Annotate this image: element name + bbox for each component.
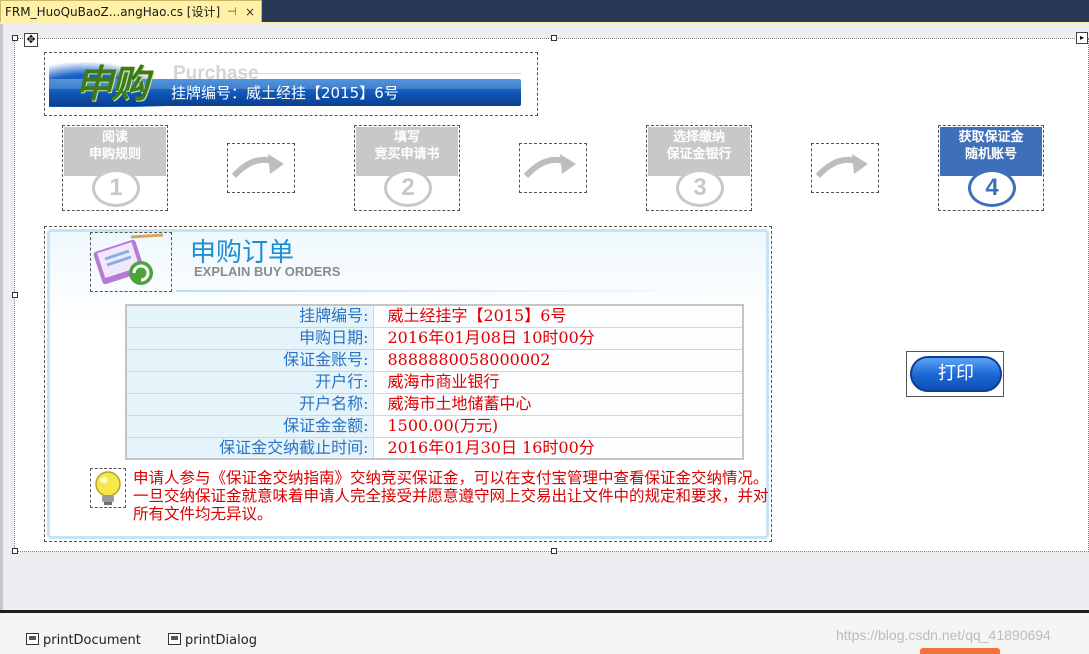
designer-tab[interactable]: FRM_HuoQuBaoZ...angHao.cs [设计] ⊣ ×: [0, 0, 262, 24]
row-label: 保证金交纳截止时间:: [125, 436, 374, 460]
step-arrow-icon: [519, 143, 587, 193]
step-number: 1: [92, 169, 140, 207]
row-label: 开户行:: [125, 370, 374, 394]
print-button[interactable]: 打印: [910, 356, 1002, 392]
step-2[interactable]: 填写 竞买申请书 2: [354, 125, 460, 211]
row-value: 威土经挂字【2015】6号: [372, 304, 744, 328]
tray-item-label: printDocument: [43, 633, 141, 648]
tray-print-document[interactable]: printDocument: [26, 633, 141, 648]
lightbulb-icon: [90, 468, 126, 508]
step-title: 阅读 申购规则: [88, 130, 141, 162]
order-info-table: 挂牌编号: 威土经挂字【2015】6号 申购日期: 2016年01月08日 10时0…: [125, 304, 744, 460]
banner-logo-cn: 申购: [75, 61, 149, 106]
step-4[interactable]: 获取保证金 随机账号 4: [938, 125, 1044, 211]
close-icon[interactable]: ×: [245, 1, 255, 23]
step-title: 填写 竞买申请书: [374, 130, 440, 162]
table-row: 保证金账号: 8888880058000002: [125, 348, 744, 372]
order-subtitle: EXPLAIN BUY ORDERS: [194, 264, 341, 279]
step-number: 4: [968, 169, 1016, 207]
row-value: 威海市商业银行: [372, 370, 744, 394]
printer-icon: [168, 633, 181, 645]
row-label: 申购日期:: [125, 326, 374, 350]
resize-handle[interactable]: [12, 35, 18, 41]
row-label: 开户名称:: [125, 392, 374, 416]
banner-listing-text: 挂牌编号：威土经挂【2015】6号: [171, 82, 399, 103]
row-value: 2016年01月08日 10时00分: [372, 326, 744, 350]
step-arrow-icon: [811, 143, 879, 193]
banner-listing-value: 威土经挂【2015】6号: [246, 84, 399, 102]
resize-handle[interactable]: [12, 292, 18, 298]
resize-handle[interactable]: [551, 35, 557, 41]
resize-handle[interactable]: [12, 548, 18, 554]
table-row: 申购日期: 2016年01月08日 10时00分: [125, 326, 744, 350]
table-row: 开户名称: 威海市土地储蓄中心: [125, 392, 744, 416]
step-title: 选择缴纳 保证金银行: [666, 130, 732, 162]
clipboard-icon: [90, 232, 172, 292]
row-value: 威海市土地储蓄中心: [372, 392, 744, 416]
row-label: 保证金账号:: [125, 348, 374, 372]
designer-tab-title: FRM_HuoQuBaoZ...angHao.cs [设计]: [5, 5, 221, 19]
table-row: 开户行: 威海市商业银行: [125, 370, 744, 394]
watermark: https://blog.csdn.net/qq_41890694: [836, 627, 1051, 643]
banner-listing-label: 挂牌编号：: [171, 84, 247, 102]
smart-tag-icon[interactable]: ▸: [1076, 32, 1088, 44]
print-button-frame: 打印: [906, 351, 1004, 397]
pin-icon[interactable]: ⊣: [227, 1, 237, 23]
notice-text: 申请人参与《保证金交纳指南》交纳竞买保证金，可以在支付宝管理中查看保证金交纳情况…: [133, 469, 769, 523]
row-label: 挂牌编号:: [125, 304, 374, 328]
table-row: 保证金交纳截止时间: 2016年01月30日 16时00分: [125, 436, 744, 460]
tray-item-label: printDialog: [185, 633, 257, 648]
row-value: 2016年01月30日 16时00分: [372, 436, 744, 460]
order-title-divider: [176, 290, 756, 292]
step-number: 3: [676, 169, 724, 207]
tray-print-dialog[interactable]: printDialog: [168, 633, 257, 648]
banner-picturebox[interactable]: 申购 Purchase 挂牌编号：威土经挂【2015】6号: [44, 52, 538, 116]
step-title: 获取保证金 随机账号: [958, 130, 1024, 162]
banner-divider: [245, 73, 521, 74]
orange-tab-edge: [920, 648, 1000, 654]
printer-icon: [26, 633, 39, 645]
row-label: 保证金金额:: [125, 414, 374, 438]
step-number: 2: [384, 169, 432, 207]
resize-handle[interactable]: [551, 548, 557, 554]
step-arrow-icon: [227, 143, 295, 193]
step-1[interactable]: 阅读 申购规则 1: [62, 125, 168, 211]
move-handle-icon[interactable]: ✥: [24, 33, 38, 47]
table-row: 挂牌编号: 威土经挂字【2015】6号: [125, 304, 744, 328]
document-tab-bar: FRM_HuoQuBaoZ...angHao.cs [设计] ⊣ ×: [0, 0, 1089, 24]
step-3[interactable]: 选择缴纳 保证金银行 3: [646, 125, 752, 211]
table-row: 保证金金额: 1500.00(万元): [125, 414, 744, 438]
row-value: 8888880058000002: [372, 348, 744, 372]
designer-left-edge: [0, 24, 3, 610]
row-value: 1500.00(万元): [372, 414, 744, 438]
